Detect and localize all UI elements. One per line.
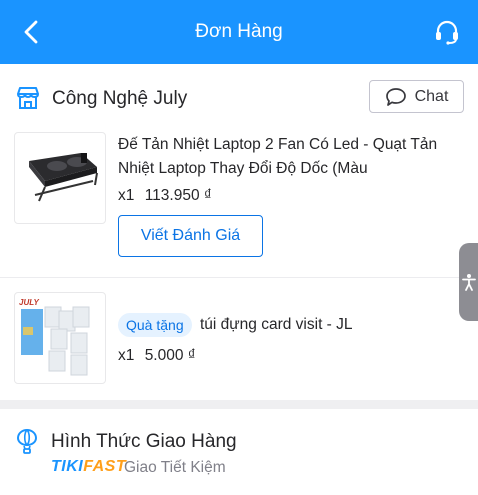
- gift-quantity: x1: [118, 347, 135, 364]
- product-image[interactable]: [14, 132, 106, 224]
- app-header: Đơn Hàng: [0, 0, 478, 64]
- shipping-title: Hình Thức Giao Hàng: [51, 431, 237, 452]
- product-quantity: x1: [118, 187, 135, 204]
- write-review-button[interactable]: Viết Đánh Giá: [118, 215, 263, 257]
- tikifast-logo: TIKIFAST: [51, 458, 126, 476]
- gift-badge: Quà tặng: [118, 313, 192, 337]
- gift-price: 5.000 ₫: [144, 347, 196, 364]
- balloon-icon: [16, 428, 38, 454]
- accessibility-icon: [461, 274, 476, 291]
- tikifast-logo-fast: FAST: [83, 458, 127, 475]
- gift-image[interactable]: JULY: [14, 292, 106, 384]
- product-quantity-price: x1 113.950 ₫: [118, 187, 212, 205]
- accessibility-tab[interactable]: [459, 243, 478, 321]
- gift-name[interactable]: túi đựng card visit - JL: [200, 316, 353, 334]
- page-title: Đơn Hàng: [195, 21, 283, 42]
- chevron-left-icon[interactable]: [18, 18, 46, 46]
- section-divider: [0, 400, 478, 409]
- chat-button-label: Chat: [414, 87, 449, 105]
- store-icon: [17, 87, 39, 109]
- product-price: 113.950 ₫: [144, 187, 212, 204]
- divider: [0, 277, 478, 278]
- gift-quantity-price: x1 5.000 ₫: [118, 347, 196, 365]
- shop-row: Công Nghệ July Chat: [0, 64, 478, 132]
- headset-icon[interactable]: [432, 17, 462, 47]
- gift-brand-mark: JULY: [19, 298, 40, 307]
- chat-bubble-icon: [385, 87, 406, 106]
- product-name[interactable]: Đế Tản Nhiệt Laptop 2 Fan Có Led - Quạt …: [118, 133, 458, 181]
- chat-button[interactable]: Chat: [369, 80, 464, 113]
- shipping-method: Giao Tiết Kiệm: [124, 459, 226, 476]
- tikifast-logo-tiki: TIKI: [51, 458, 84, 475]
- shop-name[interactable]: Công Nghệ July: [52, 88, 187, 110]
